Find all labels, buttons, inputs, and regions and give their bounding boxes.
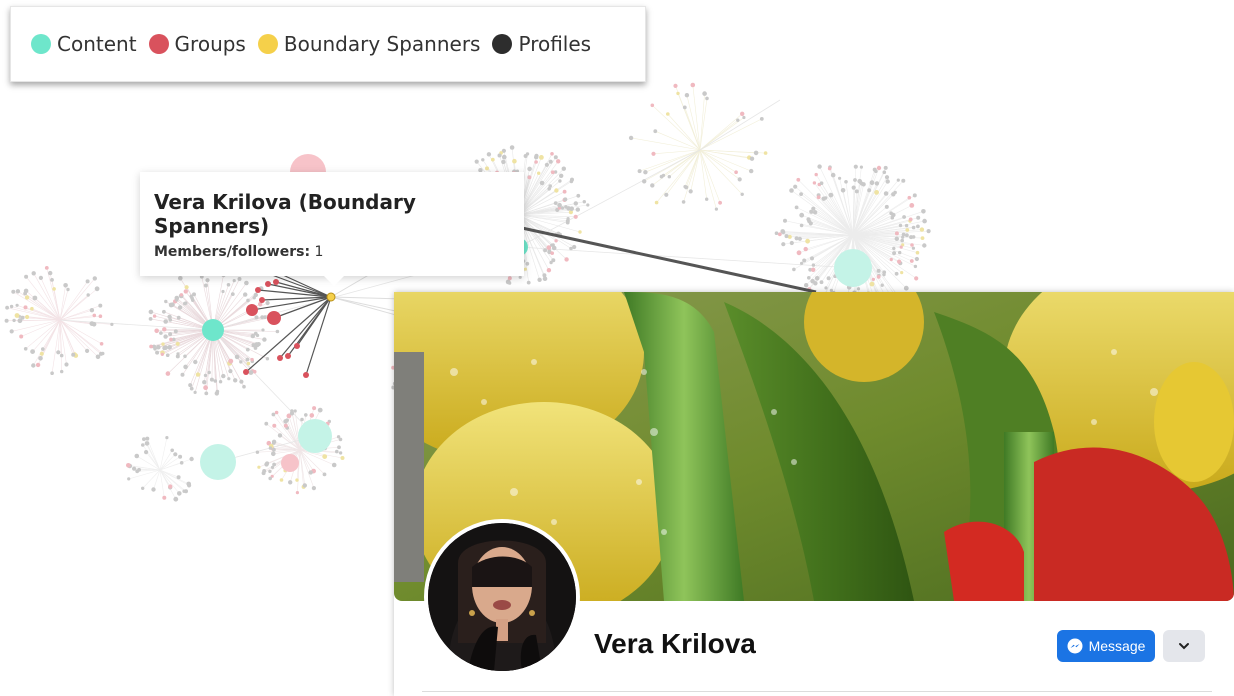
group-node[interactable] <box>243 369 249 375</box>
group-node[interactable] <box>273 279 279 285</box>
content-node[interactable] <box>834 249 872 287</box>
tooltip-members: Members/followers: 1 <box>154 244 510 260</box>
legend-label: Groups <box>174 32 246 56</box>
tooltip-title: Vera Krilova (Boundary Spanners) <box>154 190 416 238</box>
message-button-label: Message <box>1088 638 1146 654</box>
legend-item-boundary-spanners[interactable]: Boundary Spanners <box>257 32 481 56</box>
legend: Content Groups Boundary Spanners Profile… <box>10 6 646 82</box>
legend-label: Profiles <box>518 32 592 56</box>
profile-card: Vera Krilova Message <box>394 292 1234 696</box>
more-options-button[interactable] <box>1163 630 1205 662</box>
members-value: 1 <box>314 244 324 260</box>
group-node[interactable] <box>265 281 271 287</box>
boundary-spanners-dot-icon <box>257 34 278 54</box>
group-node[interactable] <box>255 287 261 293</box>
group-node[interactable] <box>285 353 291 359</box>
group-node[interactable] <box>281 454 299 472</box>
profile-avatar[interactable] <box>424 519 580 675</box>
group-node[interactable] <box>277 355 283 361</box>
legend-item-content[interactable]: Content <box>31 32 137 56</box>
tooltip-arrow <box>324 276 344 286</box>
node-tooltip: Vera Krilova (Boundary Spanners) Members… <box>140 172 524 286</box>
chevron-down-icon <box>1179 643 1189 650</box>
content-dot-icon <box>31 34 51 54</box>
group-node[interactable] <box>259 297 265 303</box>
legend-label: Boundary Spanners <box>283 32 481 56</box>
selected-boundary-spanner-node[interactable] <box>326 292 336 302</box>
profile-name: Vera Krilova <box>594 628 756 659</box>
message-button[interactable]: Message <box>1057 630 1155 662</box>
groups-dot-icon <box>148 34 169 54</box>
profiles-dot-icon <box>492 34 513 54</box>
content-node[interactable] <box>298 419 332 453</box>
content-node[interactable] <box>202 319 224 341</box>
legend-item-profiles[interactable]: Profiles <box>492 32 591 56</box>
profile-divider <box>422 691 1212 692</box>
group-node[interactable] <box>303 372 309 378</box>
legend-label: Content <box>57 32 137 56</box>
group-node[interactable] <box>267 311 281 325</box>
group-node[interactable] <box>246 304 258 316</box>
group-node[interactable] <box>294 343 300 349</box>
legend-item-groups[interactable]: Groups <box>148 32 246 56</box>
members-label: Members/followers: <box>154 244 311 260</box>
messenger-icon <box>1067 638 1083 654</box>
content-node[interactable] <box>200 444 236 480</box>
